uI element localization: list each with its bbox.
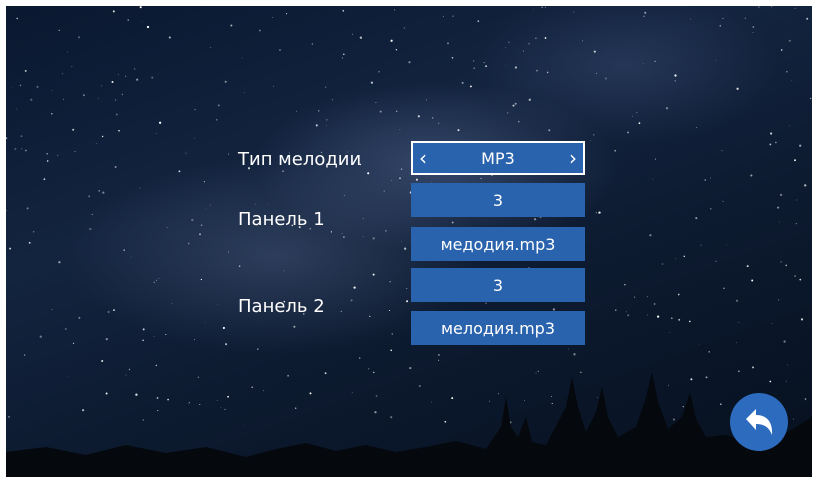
panel1-melody-field[interactable]: медодия.mp3 (411, 227, 585, 261)
chevron-right-icon[interactable]: › (569, 143, 577, 173)
panel2-label: Панель 2 (238, 296, 325, 317)
melody-type-selector[interactable]: ‹ MP3 › (411, 141, 585, 175)
panel2-volume-field[interactable]: 3 (411, 268, 585, 302)
panel1-volume-value: 3 (492, 190, 504, 210)
chevron-left-icon[interactable]: ‹ (419, 143, 427, 173)
panel2-volume-value: 3 (492, 275, 504, 295)
melody-type-value: MP3 (481, 148, 515, 168)
panel2-melody-value: мелодия.mp3 (440, 318, 556, 338)
panel1-volume-field[interactable]: 3 (411, 183, 585, 217)
panel2-melody-field[interactable]: мелодия.mp3 (411, 311, 585, 345)
back-button[interactable] (730, 393, 788, 451)
screen: Тип мелодии Панель 1 Панель 2 ‹ MP3 › 3 … (6, 6, 812, 477)
tree-silhouette (6, 372, 812, 477)
melody-type-label: Тип мелодии (238, 149, 362, 170)
back-arrow-icon (746, 409, 773, 435)
panel1-melody-value: медодия.mp3 (440, 234, 556, 254)
panel1-label: Панель 1 (238, 209, 325, 230)
